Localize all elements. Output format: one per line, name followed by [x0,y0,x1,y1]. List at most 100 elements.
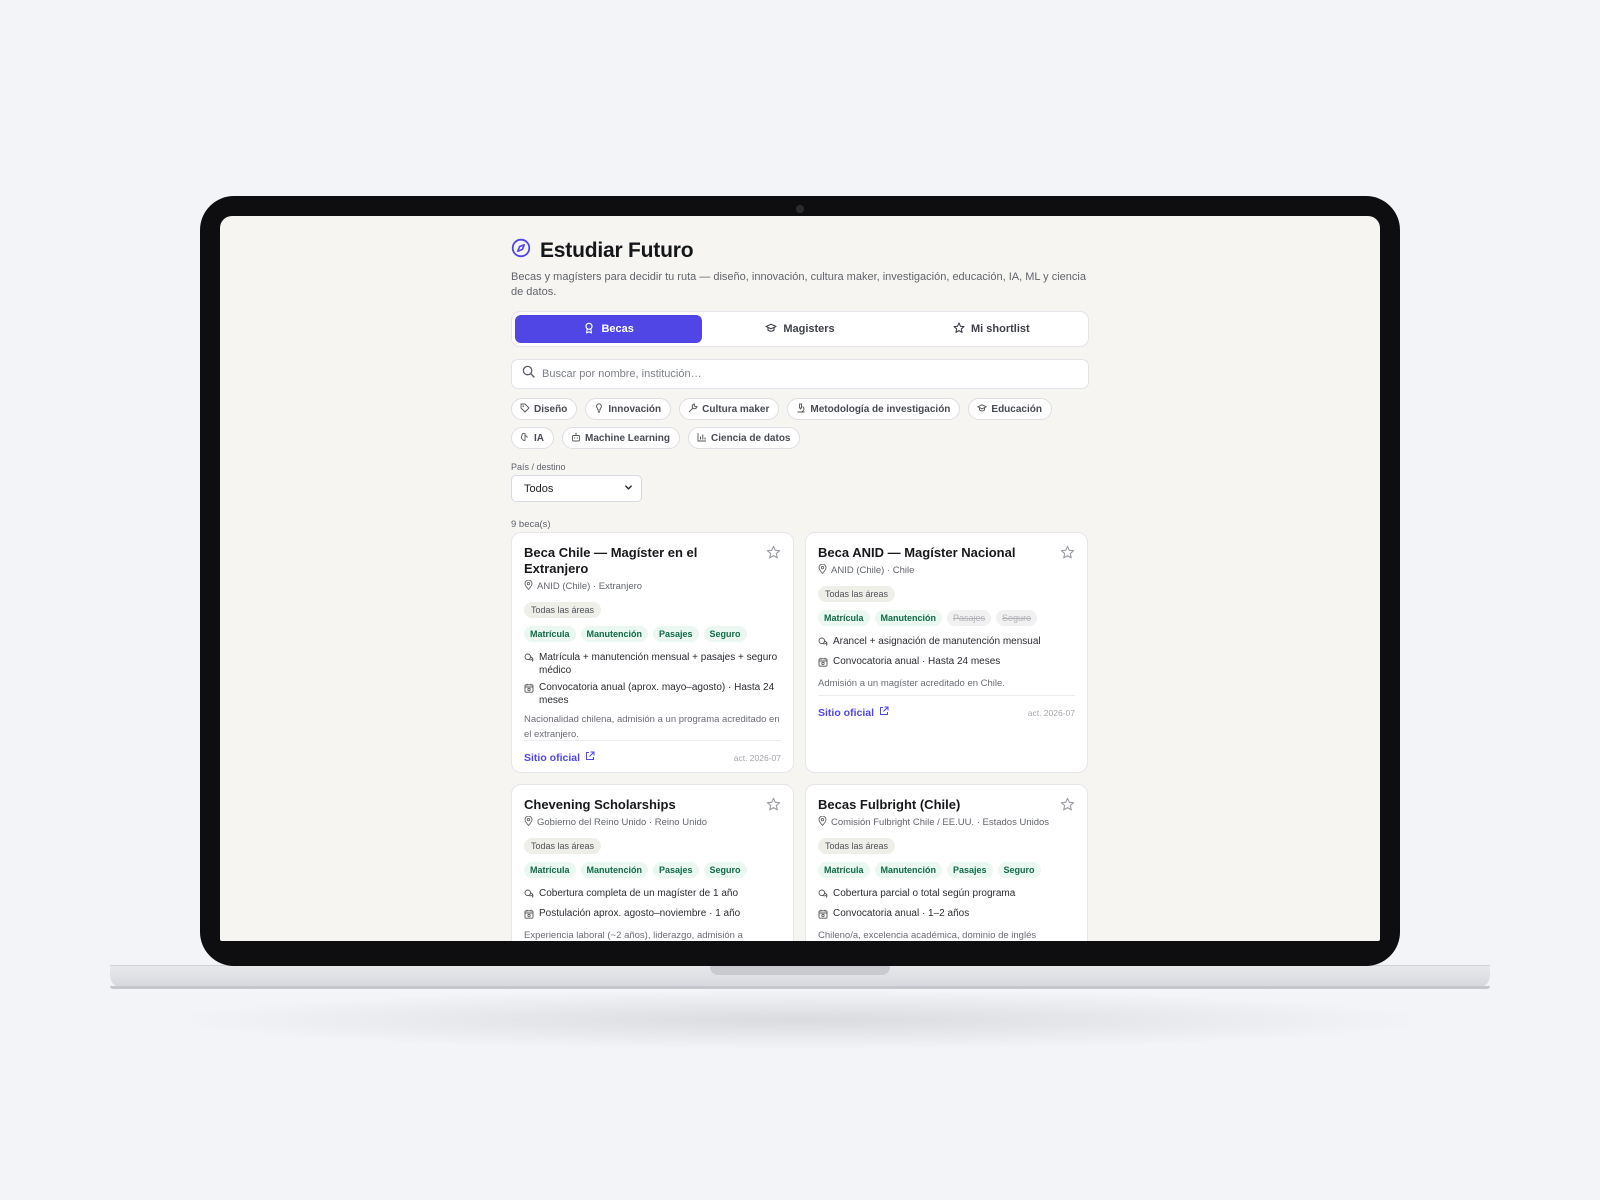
coverage-row: Arancel + asignación de manutención mens… [818,635,1075,651]
header: Estudiar Futuro Becas y magísters para d… [511,238,1089,300]
updated-date: act. 2026-07 [733,752,781,763]
benefit-badge: Seguro [703,626,747,642]
calendar-icon [524,681,534,707]
card-title: Beca ANID — Magíster Nacional [818,545,1016,560]
compass-icon [511,238,531,263]
country-select-value: Todos [524,482,554,495]
card-info: Cobertura completa de un magíster de 1 a… [524,887,781,923]
laptop-base-edge [110,986,1490,989]
chip-label: Machine Learning [585,432,671,444]
star-icon[interactable] [766,797,781,812]
schedule-text: Convocatoria anual · 1–2 años [833,908,970,919]
schedule-text: Convocatoria anual · Hasta 24 meses [833,656,1001,667]
map-pin-icon [818,563,827,577]
card-info: Arancel + asignación de manutención mens… [818,635,1075,671]
card-org-text: Gobierno del Reino Unido · Reino Unido [537,817,708,828]
card-org-text: ANID (Chile) · Extranjero [537,581,643,592]
benefit-badge: Manutención [874,862,943,878]
graduation-cap-icon [977,403,988,416]
schedule-row: Convocatoria anual (aprox. mayo–agosto) … [524,681,781,707]
scholarship-card: Beca Chile — Magíster en el Extranjero A… [511,532,794,773]
award-icon [583,322,595,337]
official-site-link[interactable]: Sitio oficial [818,706,889,719]
star-icon[interactable] [1060,797,1075,812]
chip-diseno[interactable]: Diseño [511,398,578,420]
chip-label: Cultura maker [702,403,770,415]
benefits-list: Matrícula Manutención Pasajes Seguro [818,862,1075,878]
map-pin-icon [524,815,533,829]
lightbulb-icon [594,402,604,416]
benefits-list: Matrícula Manutención Pasajes Seguro [524,862,781,878]
tab-bar: Becas Magisters Mi shortlist [511,311,1089,347]
coins-icon [818,635,828,651]
camera-dot [796,205,804,213]
official-site-label: Sitio oficial [524,751,581,764]
graduation-cap-icon [765,322,777,337]
chip-innovacion[interactable]: Innovación [585,398,672,420]
chip-label: Diseño [534,403,568,415]
tab-shortlist[interactable]: Mi shortlist [898,315,1085,343]
updated-date: act. 2026-07 [1027,707,1075,718]
benefits-list: Matrícula Manutención Pasajes Seguro [818,610,1075,626]
schedule-row: Convocatoria anual · 1–2 años [818,907,1075,923]
tab-label: Becas [601,323,634,335]
calendar-icon [818,655,828,671]
coverage-text: Cobertura completa de un magíster de 1 a… [539,888,739,899]
card-title: Beca Chile — Magíster en el Extranjero [524,545,698,576]
brain-icon [520,432,530,445]
requirements-text: Nacionalidad chilena, admisión a un prog… [524,714,780,740]
coins-icon [524,651,534,677]
chip-educacion[interactable]: Educación [968,398,1052,420]
star-icon[interactable] [1060,545,1075,560]
scholarship-card: Beca ANID — Magíster Nacional ANID (Chil… [805,532,1088,773]
title-row: Estudiar Futuro [511,238,1089,263]
benefit-badge: Seguro [703,862,747,878]
card-org: Comisión Fulbright Chile / EE.UU. · Esta… [818,815,1075,829]
card-org: ANID (Chile) · Extranjero [524,579,781,593]
benefit-badge: Manutención [874,610,943,626]
laptop-frame: Estudiar Futuro Becas y magísters para d… [200,196,1400,966]
area-tag: Todas las áreas [524,838,602,854]
chip-ciencia-de-datos[interactable]: Ciencia de datos [688,427,801,449]
chip-label: Innovación [608,403,662,415]
tab-becas[interactable]: Becas [515,315,703,343]
chip-machine-learning[interactable]: Machine Learning [562,427,681,449]
tab-label: Mi shortlist [970,323,1030,335]
coverage-text: Cobertura parcial o total según programa [833,888,1016,899]
card-info: Cobertura parcial o total según programa… [818,887,1075,923]
country-select[interactable]: Todos [511,475,642,502]
robot-icon [571,432,581,445]
chip-label: Ciencia de datos [711,432,791,444]
area-tag: Todas las áreas [818,838,896,854]
tag-icon [520,403,530,416]
chip-cultura-maker[interactable]: Cultura maker [679,398,780,420]
benefit-badge: Matrícula [524,862,576,878]
requirements-text: Chileno/a, excelencia académica, dominio… [818,930,1037,941]
tab-magisters[interactable]: Magisters [706,315,893,343]
chip-label: IA [534,432,544,444]
chip-metodologia[interactable]: Metodología de investigación [787,398,961,420]
country-filter-label: País / destino [511,462,566,472]
benefit-badge: Matrícula [524,626,576,642]
laptop-notch [710,966,890,975]
card-org-text: ANID (Chile) · Chile [831,565,915,576]
search-input[interactable] [542,368,1062,380]
official-site-label: Sitio oficial [818,706,875,719]
chip-ia[interactable]: IA [511,427,554,449]
area-filter-chips: Diseño Innovación Cultura maker Metodolo… [511,398,1089,449]
benefits-list: Matrícula Manutención Pasajes Seguro [524,626,781,642]
schedule-text: Postulación aprox. agosto–noviembre · 1 … [539,908,741,919]
search-box [511,359,1089,389]
benefit-badge: Manutención [580,862,649,878]
card-footer: Sitio oficial act. 2026-07 [524,740,781,764]
calendar-icon [524,907,534,923]
official-site-link[interactable]: Sitio oficial [524,751,595,764]
external-link-icon [879,706,889,719]
tab-label: Magisters [783,323,835,335]
chip-label: Educación [991,403,1042,415]
laptop-screen: Estudiar Futuro Becas y magísters para d… [220,216,1380,941]
coins-icon [524,887,534,903]
page-subtitle: Becas y magísters para decidir tu ruta —… [511,271,1086,298]
star-icon[interactable] [766,545,781,560]
benefit-badge-excluded: Seguro [996,610,1038,626]
